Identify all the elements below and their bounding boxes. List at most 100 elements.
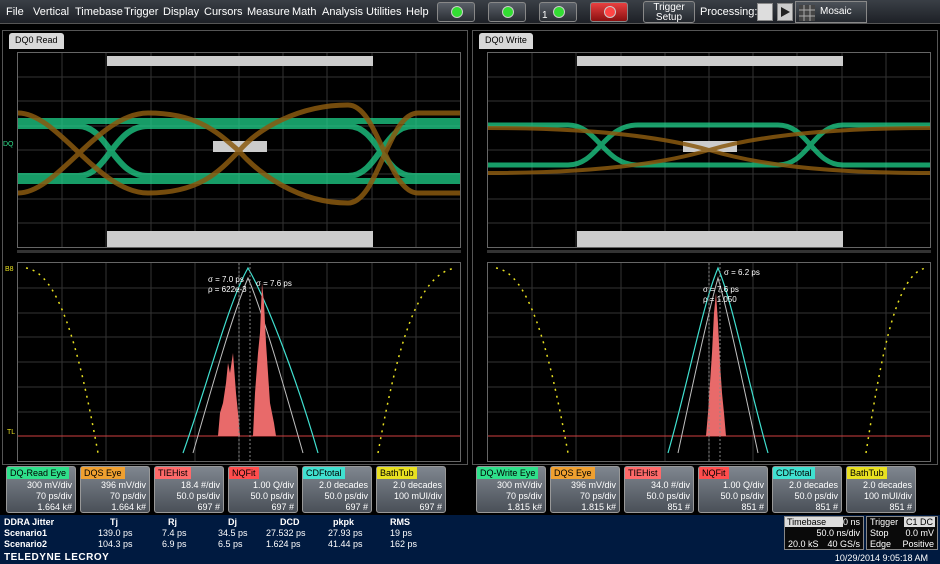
menu-display[interactable]: Display [163,6,199,18]
descriptor-title: NQFit [699,467,729,479]
sigma-annotation-1: σ = 6.2 ps [724,268,760,277]
descriptor-title: NQFit [229,467,259,479]
trigger-box[interactable]: Trigger C1 DC Stop 0.0 mV Edge Positive [866,516,938,550]
processing-play-icon[interactable] [777,3,793,21]
b8-marker: B8 [5,266,14,273]
timebase-box[interactable]: Timebase 0 ns 50.0 ns/div 20.0 kS 40 GS/… [784,516,864,550]
timebase-samples: 20.0 kS [788,539,819,549]
descriptor-cdftotal[interactable]: CDFtotal 2.0 decades 50.0 ps/div 697 # [302,466,372,513]
descriptor-line: 1.664 k# [37,502,72,512]
descriptor-cdftotal[interactable]: CDFtotal 2.0 decades 50.0 ps/div 851 # [772,466,842,513]
trigger-led-icon [502,6,514,18]
descriptor-line: 396 mV/div [100,480,146,490]
descriptor-line: 50.0 ps/div [720,491,764,501]
descriptor-nqfit[interactable]: NQFit 1.00 Q/div 50.0 ps/div 697 # [228,466,298,513]
cell: 162 ps [390,539,418,549]
trigger-setup-button[interactable]: Trigger Setup [643,1,695,23]
descriptor-line: 697 # [345,502,368,512]
sigma-annotation-1: σ = 7.0 ps [208,275,244,284]
menu-math[interactable]: Math [292,6,316,18]
menu-file[interactable]: File [6,6,24,18]
menu-help[interactable]: Help [406,6,429,18]
processing-stop-icon[interactable] [757,3,773,21]
auto-trigger-button[interactable] [437,2,475,22]
descriptor-line: 100 mUI/div [863,491,912,501]
descriptor-bathtub[interactable]: BathTub 2.0 decades 100 mUI/div 697 # [376,466,446,513]
descriptor-line: 70 ps/div [579,491,616,501]
cell: 19 ps [390,528,413,538]
header-rj: Rj [168,517,177,527]
cell: 6.5 ps [218,539,243,549]
menu-timebase[interactable]: Timebase [75,6,123,18]
descriptor-dq-write-eye[interactable]: DQ-Write Eye 300 mV/div 70 ps/div 1.815 k# [476,466,546,513]
mosaic-grid-icon [799,5,815,21]
processing-label: Processing: [700,6,758,18]
stats-title: DDRA Jitter [4,517,55,527]
menu-analysis[interactable]: Analysis [322,6,363,18]
descriptor-dqs-eye[interactable]: DQS Eye 396 mV/div 70 ps/div 1.815 k# [550,466,620,513]
trigger-led-icon [604,6,616,18]
descriptor-line: 2.0 decades [788,480,838,490]
menu-trigger[interactable]: Trigger [124,6,158,18]
timebase-offset: 0 ns [842,517,860,527]
sigma-annotation-2: σ = 7.6 ps [256,279,292,288]
trigger-led-icon [553,6,565,18]
row-name: Scenario1 [4,528,48,538]
right-panel: DQ0 Write σ = 6.2 ps σ = 7.6 ps ρ = 1.05… [472,30,938,465]
cell: 139.0 ps [98,528,133,538]
descriptor-title: DQ-Write Eye [477,467,539,479]
trigger-mode: Stop [870,528,889,538]
eye-diagram-right [487,53,931,251]
descriptor-line: 70 ps/div [109,491,146,501]
descriptor-line: 697 # [419,502,442,512]
descriptor-title: CDFtotal [773,467,815,479]
descriptor-line: 1.815 k# [581,502,616,512]
rho-annotation: ρ = 1.050 [703,295,737,304]
tl-marker: TL [7,429,16,436]
header-dcd: DCD [280,517,300,527]
stop-trigger-button[interactable] [590,2,628,22]
tab-dq0-write[interactable]: DQ0 Write [479,33,533,49]
descriptor-line: 851 # [741,502,764,512]
descriptor-line: 34.0 #/div [650,480,690,490]
descriptor-line: 50.0 ps/div [250,491,294,501]
mosaic-button[interactable]: Mosaic [795,1,867,23]
descriptor-tiehist[interactable]: TIEHist 18.4 #/div 50.0 ps/div 697 # [154,466,224,513]
descriptor-title: TIEHist [155,467,191,479]
descriptor-line: 50.0 ps/div [176,491,220,501]
descriptor-bathtub[interactable]: BathTub 2.0 decades 100 mUI/div 851 # [846,466,916,513]
descriptor-dqs-eye[interactable]: DQS Eye 396 mV/div 70 ps/div 1.664 k# [80,466,150,513]
dq-marker: DQ [3,141,14,148]
trigger-label: Trigger [870,517,899,527]
cell: 41.44 ps [328,539,363,549]
descriptor-line: 2.0 decades [318,480,368,490]
cell: 6.9 ps [162,539,187,549]
descriptor-nqfit[interactable]: NQFit 1.00 Q/div 50.0 ps/div 851 # [698,466,768,513]
row-name: Scenario2 [4,539,48,549]
cell: 34.5 ps [218,528,248,538]
descriptor-line: 396 mV/div [570,480,616,490]
header-tj: Tj [110,517,118,527]
single-trigger-button[interactable]: 1 [539,2,577,22]
descriptor-tiehist[interactable]: TIEHist 34.0 #/div 50.0 ps/div 851 # [624,466,694,513]
menu-vertical[interactable]: Vertical [33,6,69,18]
menu-utilities[interactable]: Utilities [366,6,401,18]
menu-measure[interactable]: Measure [247,6,290,18]
descriptor-line: 70 ps/div [505,491,542,501]
descriptor-line: 851 # [889,502,912,512]
panel-separator [487,250,931,253]
descriptor-title: CDFtotal [303,467,345,479]
descriptor-line: 50.0 ps/div [324,491,368,501]
descriptor-line: 1.815 k# [507,502,542,512]
descriptor-line: 2.0 decades [862,480,912,490]
descriptor-line: 70 ps/div [35,491,72,501]
normal-trigger-button[interactable] [488,2,526,22]
descriptor-line: 100 mUI/div [393,491,442,501]
timebase-rate: 50.0 ns/div [816,528,860,538]
tab-dq0-read[interactable]: DQ0 Read [9,33,64,49]
descriptor-dq-read-eye[interactable]: DQ-Read Eye 300 mV/div 70 ps/div 1.664 k# [6,466,76,513]
timebase-sample-rate: 40 GS/s [827,539,860,549]
jitter-grid-right: σ = 6.2 ps σ = 7.6 ps ρ = 1.050 [487,262,931,462]
date-time: 10/29/2014 9:05:18 AM [834,553,928,563]
menu-cursors[interactable]: Cursors [204,6,243,18]
